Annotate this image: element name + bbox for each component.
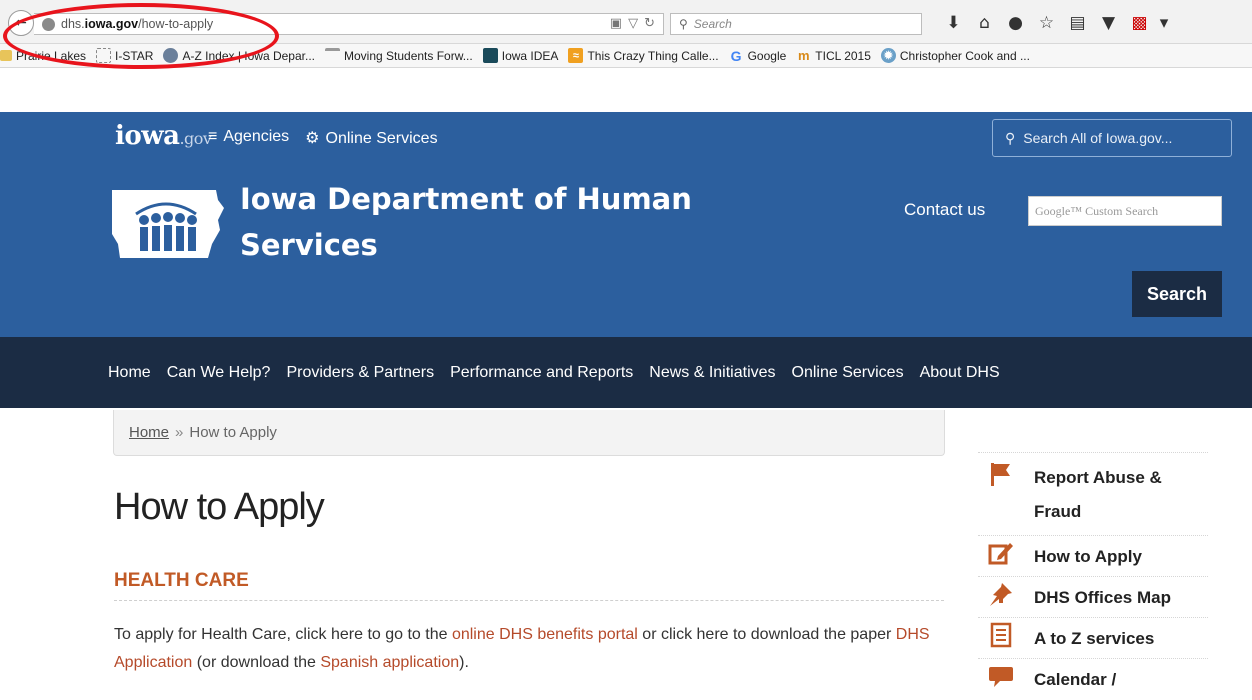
breadcrumb-separator: » xyxy=(175,424,184,441)
back-icon[interactable]: ← xyxy=(8,10,34,36)
bookmark-item[interactable]: I-STAR xyxy=(96,48,153,63)
rss-icon: ≈ xyxy=(568,48,584,63)
screen-icon xyxy=(482,48,498,63)
nav-item-online-services[interactable]: Online Services xyxy=(792,364,904,382)
iowa-gov-logo[interactable]: iowa.gov xyxy=(115,121,212,151)
search-all-iowa-input[interactable]: ⚲ Search All of Iowa.gov... xyxy=(992,119,1232,157)
url-text: dhs.iowa.gov/how-to-apply xyxy=(61,17,214,31)
bookmarks-list-icon[interactable]: ▤ xyxy=(1062,10,1093,36)
bookmarks-bar: Prairie Lakes I-STAR A-Z Index | Iowa De… xyxy=(0,44,1252,68)
search-button[interactable]: Search xyxy=(1132,271,1222,317)
search-icon: ⚲ xyxy=(679,17,688,31)
bookmark-item[interactable]: Moving Students Forw... xyxy=(325,48,473,63)
bookmark-item[interactable]: G Google xyxy=(729,47,787,64)
menu-chevron-icon[interactable]: ▾ xyxy=(1155,10,1173,36)
google-custom-search-input[interactable]: Google™ Custom Search xyxy=(1028,196,1222,226)
bookmark-item[interactable]: Iowa IDEA xyxy=(482,48,558,63)
main-nav: Home Can We Help? Providers & Partners P… xyxy=(0,337,1252,408)
nav-item-news-initiatives[interactable]: News & Initiatives xyxy=(649,364,775,382)
spanish-application-link[interactable]: Spanish application xyxy=(320,654,459,671)
chat-icon xyxy=(988,663,1014,689)
nav-item-can-we-help[interactable]: Can We Help? xyxy=(167,364,271,382)
online-services-link[interactable]: ⚙ Online Services xyxy=(305,128,437,148)
site-info-icon[interactable] xyxy=(42,17,55,31)
nav-item-performance-reports[interactable]: Performance and Reports xyxy=(450,364,633,382)
bookmark-item[interactable]: ≈ This Crazy Thing Calle... xyxy=(568,48,719,63)
menu-icon: ≡ xyxy=(208,128,218,145)
dropdown-icon[interactable]: ▽ xyxy=(628,16,638,31)
page-icon xyxy=(325,48,340,63)
section-heading-health-care: HEALTH CARE xyxy=(114,570,944,601)
download-icon[interactable]: ⬇ xyxy=(938,10,969,36)
gear-icon: ⚙ xyxy=(305,130,320,147)
bookmark-star-icon[interactable]: ☆ xyxy=(1031,10,1062,36)
bookmark-item[interactable]: Prairie Lakes xyxy=(0,49,86,63)
list-icon xyxy=(988,622,1014,648)
globe-icon xyxy=(163,48,179,63)
department-title[interactable]: Iowa Department of Human Services xyxy=(240,176,760,268)
home-icon[interactable]: ⌂ xyxy=(969,10,1000,36)
sidebar-item-a-to-z[interactable]: A to Z services xyxy=(978,617,1208,658)
sidebar: Report Abuse & Fraud How to Apply DHS Of… xyxy=(978,452,1208,699)
folder-icon xyxy=(0,50,12,61)
pdf-icon[interactable]: ▩ xyxy=(1124,10,1155,36)
cog-icon: ✹ xyxy=(880,48,896,63)
address-bar[interactable]: dhs.iowa.gov/how-to-apply ▣ ▽ ↻ xyxy=(34,13,664,35)
google-icon: G xyxy=(730,47,742,64)
reader-view-icon[interactable]: ▣ xyxy=(610,16,622,31)
pocket-icon[interactable]: ▼ xyxy=(1093,10,1124,36)
breadcrumb-home-link[interactable]: Home xyxy=(129,424,169,441)
bookmark-item[interactable]: ✹ Christopher Cook and ... xyxy=(880,48,1030,63)
sidebar-item-calendar[interactable]: Calendar / xyxy=(978,658,1208,699)
benefits-portal-link[interactable]: online DHS benefits portal xyxy=(452,626,638,643)
breadcrumb: Home » How to Apply xyxy=(113,410,945,456)
page-title: How to Apply xyxy=(114,486,325,528)
reload-icon[interactable]: ↻ xyxy=(644,16,655,31)
nav-item-home[interactable]: Home xyxy=(108,364,151,382)
browser-toolbar: ← dhs.iowa.gov/how-to-apply ▣ ▽ ↻ ⚲ Sear… xyxy=(0,0,1252,44)
chat-bubble-icon[interactable]: ● xyxy=(1000,10,1031,36)
search-icon: ⚲ xyxy=(1005,129,1016,146)
dashed-box-icon xyxy=(96,48,112,63)
bookmark-item[interactable]: A-Z Index | Iowa Depar... xyxy=(163,48,315,63)
sidebar-item-dhs-offices-map[interactable]: DHS Offices Map xyxy=(978,576,1208,617)
bookmark-item[interactable]: m TICL 2015 xyxy=(796,48,871,63)
agencies-link[interactable]: ≡ Agencies xyxy=(208,128,289,148)
nav-item-about-dhs[interactable]: About DHS xyxy=(920,364,1000,382)
contact-us-link[interactable]: Contact us xyxy=(904,200,985,220)
sidebar-item-how-to-apply[interactable]: How to Apply xyxy=(978,535,1208,576)
browser-search-input[interactable]: ⚲ Search xyxy=(670,13,922,35)
health-care-paragraph: To apply for Health Care, click here to … xyxy=(114,626,930,671)
breadcrumb-current: How to Apply xyxy=(189,424,277,441)
nav-item-providers-partners[interactable]: Providers & Partners xyxy=(286,364,434,382)
top-nav: ≡ Agencies ⚙ Online Services xyxy=(208,128,438,148)
sidebar-item-report-abuse[interactable]: Report Abuse & Fraud xyxy=(978,452,1208,535)
iowa-state-logo[interactable] xyxy=(108,186,226,262)
flag-icon xyxy=(988,461,1014,487)
m-icon: m xyxy=(798,48,810,63)
pushpin-icon xyxy=(988,581,1014,607)
edit-icon xyxy=(988,540,1014,566)
